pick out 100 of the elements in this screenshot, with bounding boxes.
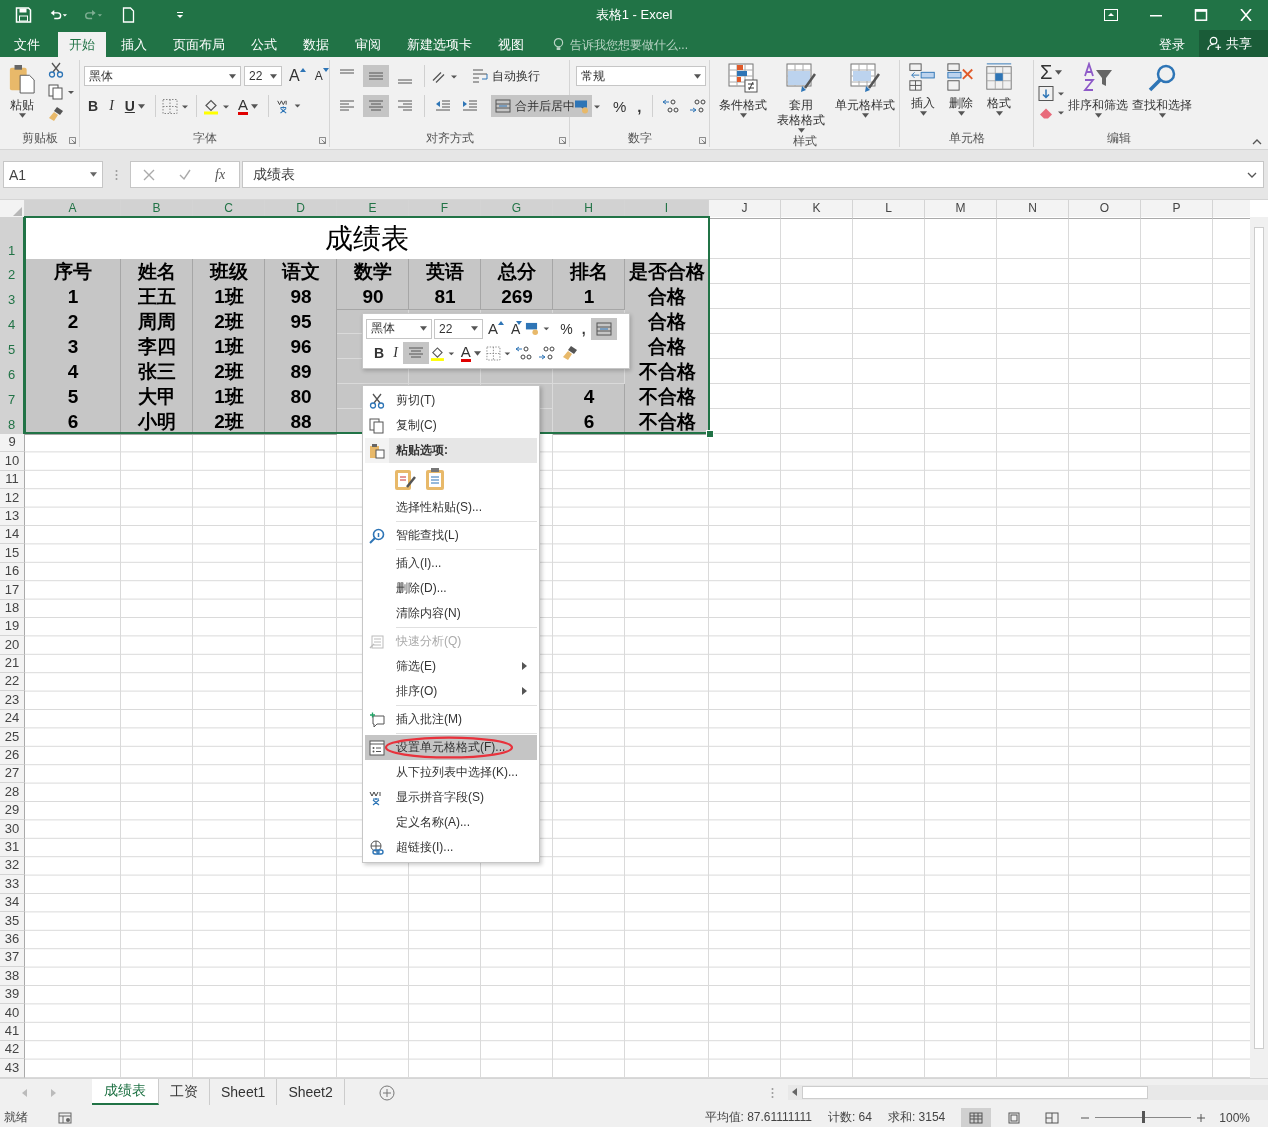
bold-button[interactable]: B (84, 95, 103, 117)
font-size-dropdown[interactable]: 22 (434, 318, 483, 339)
row-header[interactable]: 27 (0, 765, 25, 784)
ribbon-tab[interactable]: 开始 (58, 32, 106, 57)
merge-center-button[interactable]: 合并后居中 (491, 95, 592, 117)
menu-item[interactable]: 清除内容(N) (365, 601, 537, 626)
row-header[interactable]: 5 (0, 334, 25, 360)
ribbon-tab[interactable]: 插入 (110, 32, 158, 57)
row-header[interactable]: 35 (0, 912, 25, 931)
row-header[interactable]: 17 (0, 581, 25, 600)
cells-button[interactable]: 插入 (904, 60, 942, 116)
row-header[interactable]: 3 (0, 284, 25, 310)
column-header[interactable]: J (709, 200, 781, 219)
column-header[interactable]: K (781, 200, 853, 219)
ribbon-tab[interactable]: 数据 (292, 32, 340, 57)
style-button[interactable]: 条件格式 (714, 60, 772, 118)
font-name-dropdown[interactable]: 黑体 (84, 66, 241, 86)
row-header[interactable]: 38 (0, 967, 25, 986)
row-header[interactable]: 30 (0, 820, 25, 839)
font-name-dropdown[interactable]: 黑体 (366, 318, 432, 339)
column-header[interactable]: L (853, 200, 925, 219)
row-header[interactable]: 10 (0, 452, 25, 471)
ribbon-tab[interactable]: 新建选项卡 (396, 32, 483, 57)
cells-button[interactable]: 删除 (942, 60, 980, 116)
wrap-text-button[interactable]: 自动换行 (468, 65, 544, 87)
name-box[interactable]: A1 (3, 161, 103, 188)
menu-item[interactable]: 定义名称(A)... (365, 810, 537, 835)
formula-field[interactable]: 成绩表 (242, 161, 1264, 188)
menu-item[interactable]: 选择性粘贴(S)... (365, 495, 537, 520)
row-header[interactable]: 6 (0, 359, 25, 385)
menu-item[interactable]: 排序(O) (365, 679, 537, 704)
menu-item[interactable]: 超链接(I)... (365, 835, 537, 860)
decrease-font-button[interactable]: A (507, 317, 525, 340)
menu-item[interactable]: 剪切(T) (365, 388, 537, 413)
ribbon-tab[interactable]: 审阅 (344, 32, 392, 57)
increase-font-button[interactable]: A (285, 65, 308, 87)
row-header[interactable]: 2 (0, 259, 25, 285)
menu-item[interactable]: 复制(C) (365, 413, 537, 438)
row-header[interactable]: 43 (0, 1059, 25, 1078)
number-format-dropdown[interactable]: 常规 (576, 66, 706, 86)
menu-item[interactable]: 从下拉列表中选择(K)... (365, 760, 537, 785)
ribbon-tab[interactable]: 文件 (0, 32, 54, 57)
menu-item[interactable]: 设置单元格格式(F)... (365, 735, 537, 760)
menu-item[interactable]: 显示拼音字段(S) (365, 785, 537, 810)
style-button[interactable]: 套用 表格格式 (772, 60, 830, 133)
menu-item[interactable]: 插入(I)... (365, 551, 537, 576)
ribbon-tab[interactable]: 页面布局 (162, 32, 236, 57)
sheet-tab[interactable]: 工资 (159, 1079, 210, 1105)
bold-button[interactable]: B (370, 342, 389, 365)
row-header[interactable]: 28 (0, 783, 25, 802)
row-header[interactable]: 40 (0, 1004, 25, 1023)
row-header[interactable]: 25 (0, 728, 25, 747)
column-header[interactable]: O (1069, 200, 1141, 219)
row-header[interactable]: 9 (0, 434, 25, 453)
row-header[interactable]: 33 (0, 875, 25, 894)
font-color-button[interactable]: A (233, 95, 262, 117)
italic-button[interactable]: I (389, 342, 402, 365)
paste-button[interactable]: 粘贴 (4, 62, 40, 118)
underline-button[interactable]: U (120, 95, 149, 117)
row-header[interactable]: 12 (0, 489, 25, 508)
font-color-button[interactable]: A (456, 342, 485, 365)
ribbon-tab[interactable]: 公式 (240, 32, 288, 57)
italic-button[interactable]: I (105, 95, 118, 117)
menu-item[interactable]: 筛选(E) (365, 654, 537, 679)
autosum-button[interactable]: Σ (1038, 61, 1066, 83)
column-header[interactable]: P (1141, 200, 1213, 219)
share-button[interactable]: 共享 (1199, 30, 1268, 57)
table-cell: 李四 (121, 334, 193, 360)
sign-in-link[interactable]: 登录 (1159, 32, 1185, 57)
row-header[interactable]: 22 (0, 673, 25, 692)
menu-item[interactable]: 智能查找(L) (365, 523, 537, 548)
row-header[interactable]: 20 (0, 636, 25, 655)
editing-button[interactable]: 排序和筛选 (1066, 60, 1130, 118)
tell-me-field[interactable]: 告诉我您想要做什么... (570, 37, 760, 52)
comma-button[interactable]: , (577, 317, 590, 340)
sheet-tab[interactable]: Sheet1 (210, 1079, 278, 1105)
insert-function-button[interactable]: fx (215, 166, 226, 183)
zoom-level[interactable]: 100% (1219, 1110, 1250, 1125)
column-header[interactable]: N (997, 200, 1069, 219)
sheet-tab[interactable]: Sheet2 (277, 1079, 345, 1105)
editing-button[interactable]: 查找和选择 (1130, 60, 1194, 118)
decrease-font-button[interactable]: A (310, 65, 331, 87)
ribbon-tab[interactable]: 视图 (487, 32, 535, 57)
row-header[interactable]: 8 (0, 409, 25, 435)
row-header[interactable]: 7 (0, 384, 25, 410)
menu-item[interactable]: 删除(D)... (365, 576, 537, 601)
row-header[interactable]: 4 (0, 309, 25, 335)
percent-button[interactable]: % (609, 95, 631, 117)
menu-item[interactable]: 插入批注(M) (365, 707, 537, 732)
cells-button[interactable]: 格式 (980, 60, 1018, 116)
style-button[interactable]: 单元格样式 (830, 60, 900, 118)
comma-button[interactable]: , (633, 95, 646, 117)
sheet-tab[interactable]: 成绩表 (92, 1079, 159, 1105)
row-header[interactable]: 15 (0, 544, 25, 563)
percent-button[interactable]: % (556, 317, 577, 340)
menu-item[interactable]: 粘贴选项: (365, 438, 537, 463)
increase-font-button[interactable]: A (484, 317, 506, 340)
column-header[interactable]: M (925, 200, 997, 219)
font-size-dropdown[interactable]: 22 (244, 66, 282, 86)
row-header[interactable]: 23 (0, 691, 25, 710)
